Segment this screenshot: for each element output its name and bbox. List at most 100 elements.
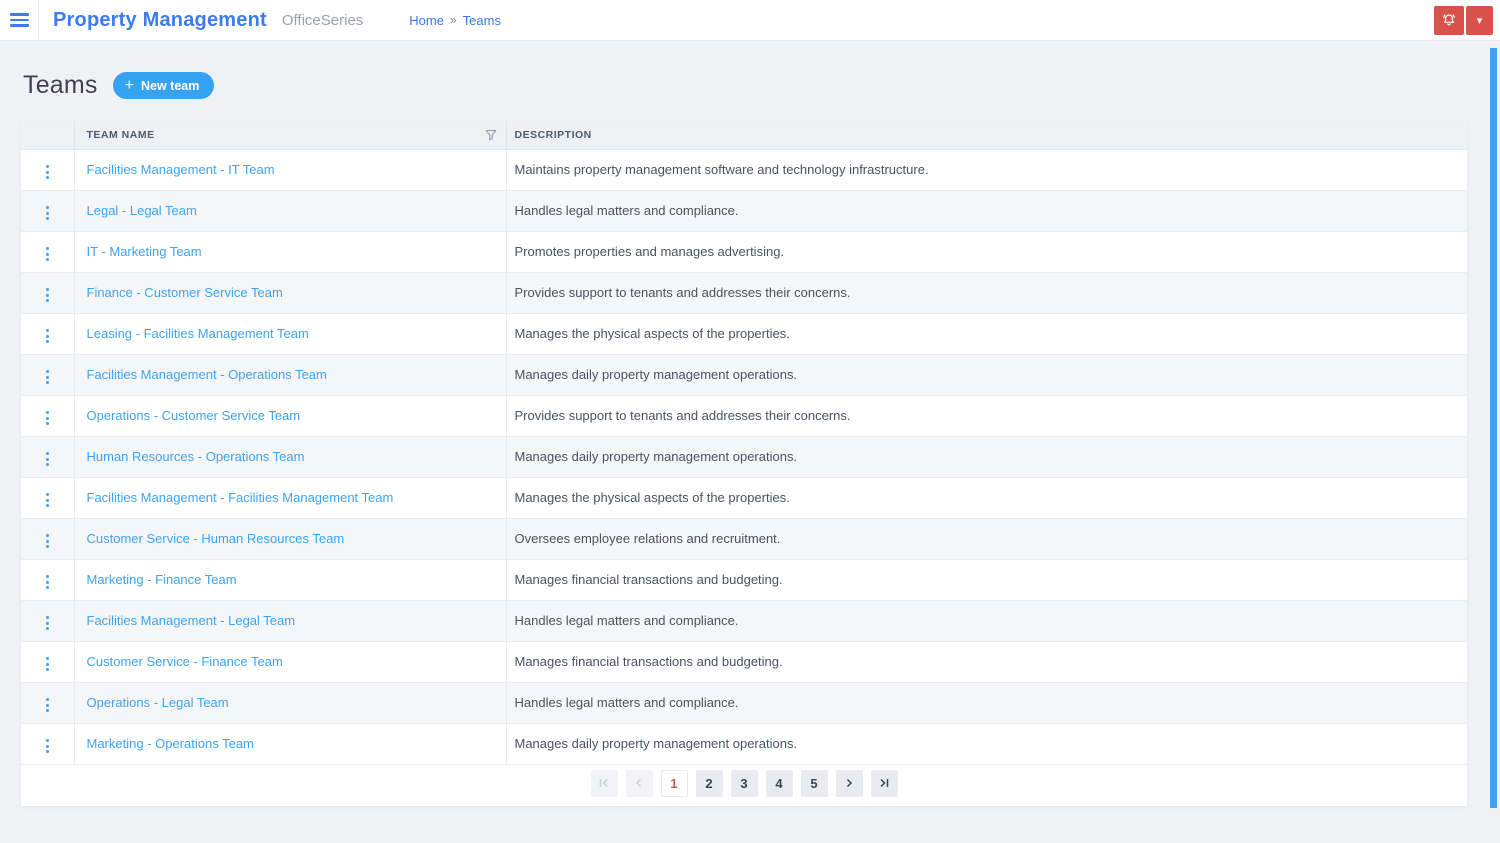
table-row: Facilities Management - Operations Team … [21, 354, 1467, 396]
pagination-page-4[interactable]: 4 [765, 769, 793, 797]
table-row: Finance - Customer Service Team Provides… [21, 272, 1467, 314]
page-heading-row: Teams + New team [21, 71, 1467, 100]
table-header-row: TEAM NAME DESCRIPTION [21, 122, 1467, 150]
row-menu-kebab-icon[interactable] [42, 735, 53, 757]
row-menu-kebab-icon[interactable] [42, 243, 53, 265]
team-description: Maintains property management software a… [506, 149, 1467, 191]
team-name-link[interactable]: Facilities Management - Legal Team [87, 613, 296, 628]
new-team-button-label: New team [140, 78, 200, 93]
topbar-divider [38, 0, 39, 41]
table-row: Operations - Legal Team Handles legal ma… [21, 682, 1467, 724]
pagination-prev-button[interactable] [625, 769, 653, 797]
first-page-icon [598, 777, 610, 789]
team-name-link[interactable]: IT - Marketing Team [87, 244, 202, 259]
team-description: Provides support to tenants and addresse… [506, 272, 1467, 314]
actions-column-header [21, 122, 75, 150]
app-title: Property Management [53, 8, 267, 31]
pagination-page-5[interactable]: 5 [800, 769, 828, 797]
team-description: Manages daily property management operat… [506, 723, 1467, 765]
row-menu-kebab-icon[interactable] [42, 530, 53, 552]
pagination-first-button[interactable] [590, 769, 618, 797]
pagination-last-button[interactable] [870, 769, 898, 797]
page-content: Teams + New team TEAM NAME DESCRIPTION F… [0, 41, 1500, 806]
row-menu-kebab-icon[interactable] [42, 284, 53, 306]
team-description: Handles legal matters and compliance. [506, 190, 1467, 232]
table-row: Facilities Management - IT Team Maintain… [21, 149, 1467, 191]
team-name-column-label: TEAM NAME [86, 129, 155, 142]
table-row: Marketing - Operations Team Manages dail… [21, 723, 1467, 765]
row-menu-kebab-icon[interactable] [42, 202, 53, 224]
hamburger-icon [9, 13, 29, 27]
team-description: Manages daily property management operat… [506, 354, 1467, 396]
team-name-link[interactable]: Customer Service - Human Resources Team [87, 531, 345, 546]
row-menu-kebab-icon[interactable] [42, 366, 53, 388]
team-name-link[interactable]: Facilities Management - Facilities Manag… [87, 490, 394, 505]
table-row: Facilities Management - Legal Team Handl… [21, 600, 1467, 642]
team-description: Manages financial transactions and budge… [506, 559, 1467, 601]
notifications-button[interactable] [1434, 5, 1464, 35]
hamburger-menu-button[interactable] [0, 0, 38, 41]
team-name-link[interactable]: Finance - Customer Service Team [87, 285, 283, 300]
table-row: Leasing - Facilities Management Team Man… [21, 313, 1467, 355]
team-name-link[interactable]: Leasing - Facilities Management Team [87, 326, 309, 341]
team-description: Provides support to tenants and addresse… [506, 395, 1467, 437]
team-name-link[interactable]: Facilities Management - Operations Team [87, 367, 327, 382]
team-description: Manages the physical aspects of the prop… [506, 313, 1467, 355]
description-column-label: DESCRIPTION [514, 129, 592, 142]
team-name-link[interactable]: Operations - Customer Service Team [87, 408, 301, 423]
team-name-link[interactable]: Marketing - Operations Team [87, 736, 254, 751]
table-row: IT - Marketing Team Promotes properties … [21, 231, 1467, 273]
team-description: Oversees employee relations and recruitm… [506, 518, 1467, 560]
description-column-header[interactable]: DESCRIPTION [506, 122, 1467, 150]
breadcrumb-current-link[interactable]: Teams [463, 13, 501, 28]
last-page-icon [878, 777, 890, 789]
prev-page-icon [633, 777, 645, 789]
team-name-link[interactable]: Operations - Legal Team [87, 695, 229, 710]
team-name-link[interactable]: Facilities Management - IT Team [87, 162, 275, 177]
team-description: Manages the physical aspects of the prop… [506, 477, 1467, 519]
team-description: Promotes properties and manages advertis… [506, 231, 1467, 273]
table-row: Legal - Legal Team Handles legal matters… [21, 190, 1467, 232]
table-row: Human Resources - Operations Team Manage… [21, 436, 1467, 478]
table-row: Customer Service - Finance Team Manages … [21, 641, 1467, 683]
breadcrumb: Home » Teams [409, 13, 501, 28]
row-menu-kebab-icon[interactable] [42, 694, 53, 716]
row-menu-kebab-icon[interactable] [42, 653, 53, 675]
pagination-next-button[interactable] [835, 769, 863, 797]
app-screen: Property Management OfficeSeries Home » … [0, 0, 1500, 843]
caret-down-icon: ▾ [1476, 14, 1483, 27]
filter-icon[interactable] [485, 129, 497, 141]
page-title: Teams [23, 71, 98, 99]
teams-table: TEAM NAME DESCRIPTION Facilities Managem… [21, 122, 1467, 765]
breadcrumb-home-link[interactable]: Home [409, 13, 444, 28]
row-menu-kebab-icon[interactable] [42, 448, 53, 470]
table-row: Marketing - Finance Team Manages financi… [21, 559, 1467, 601]
team-name-column-header[interactable]: TEAM NAME [74, 122, 507, 150]
user-menu-button[interactable]: ▾ [1466, 5, 1493, 35]
teams-table-card: TEAM NAME DESCRIPTION Facilities Managem… [21, 122, 1467, 806]
bell-icon [1441, 12, 1457, 28]
row-menu-kebab-icon[interactable] [42, 325, 53, 347]
row-menu-kebab-icon[interactable] [42, 407, 53, 429]
row-menu-kebab-icon[interactable] [42, 612, 53, 634]
breadcrumb-separator: » [449, 13, 457, 27]
row-menu-kebab-icon[interactable] [42, 571, 53, 593]
team-name-link[interactable]: Marketing - Finance Team [87, 572, 237, 587]
vertical-scrollbar[interactable] [1490, 48, 1497, 808]
team-name-link[interactable]: Customer Service - Finance Team [87, 654, 283, 669]
row-menu-kebab-icon[interactable] [42, 489, 53, 511]
team-description: Handles legal matters and compliance. [506, 682, 1467, 724]
table-row: Customer Service - Human Resources Team … [21, 518, 1467, 560]
topbar: Property Management OfficeSeries Home » … [0, 0, 1500, 41]
table-row: Facilities Management - Facilities Manag… [21, 477, 1467, 519]
next-page-icon [843, 777, 855, 789]
new-team-button[interactable]: + New team [112, 72, 215, 99]
pagination-page-2[interactable]: 2 [695, 769, 723, 797]
team-name-link[interactable]: Human Resources - Operations Team [87, 449, 305, 464]
row-menu-kebab-icon[interactable] [42, 161, 53, 183]
app-subtitle: OfficeSeries [281, 11, 364, 29]
pagination: 1 2 3 4 5 [21, 765, 1467, 806]
pagination-page-3[interactable]: 3 [730, 769, 758, 797]
pagination-page-1[interactable]: 1 [660, 769, 688, 797]
team-name-link[interactable]: Legal - Legal Team [87, 203, 197, 218]
